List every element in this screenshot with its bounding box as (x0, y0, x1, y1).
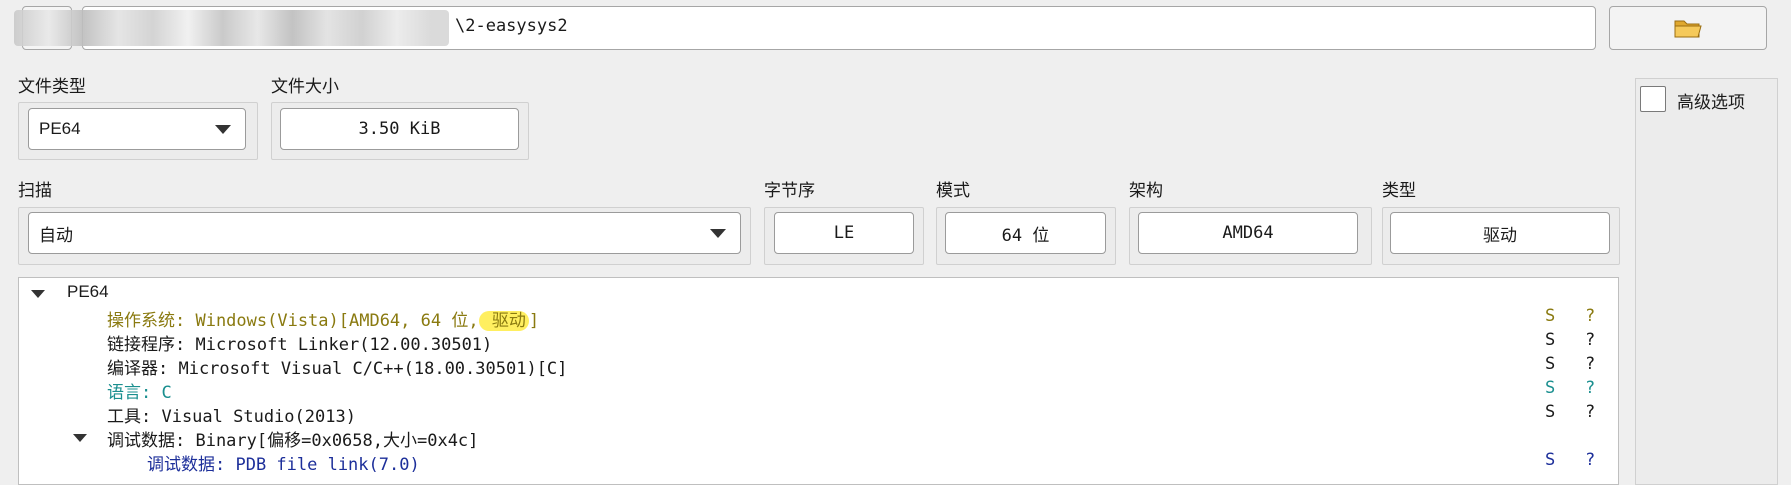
info-question-label[interactable]: ? (1585, 450, 1595, 470)
file-type-value: PE64 (39, 119, 81, 138)
signature-s-label[interactable]: S (1545, 450, 1555, 470)
tree-row-debug-binary[interactable]: 调试数据: Binary[偏移=0x0658,大小=0x4c] (19, 424, 1618, 451)
tree-row-language[interactable]: 语言: C S ? (19, 376, 1618, 403)
signature-s-label[interactable]: S (1545, 306, 1555, 326)
expand-arrow-icon[interactable] (31, 290, 45, 298)
arch-label: 架构 (1129, 181, 1163, 200)
tree-row-linker[interactable]: 链接程序: Microsoft Linker(12.00.30501) S ? (19, 328, 1618, 355)
endianness-label: 字节序 (764, 181, 815, 200)
tree-row-tool[interactable]: 工具: Visual Studio(2013) S ? (19, 400, 1618, 427)
tree-row-debug-pdb[interactable]: 调试数据: PDB file link(7.0) S ? (19, 448, 1618, 475)
file-size-label: 文件大小 (271, 77, 339, 96)
file-size-field: 3.50 KiB (280, 108, 519, 150)
info-question-label[interactable]: ? (1585, 330, 1595, 350)
chevron-down-icon (710, 229, 726, 238)
tree-root-label: PE64 (67, 282, 109, 301)
tree-row-root[interactable]: PE64 (19, 280, 1618, 304)
advanced-panel (1635, 78, 1778, 485)
info-question-label[interactable]: ? (1585, 354, 1595, 374)
type-field: 驱动 (1390, 212, 1610, 254)
file-path-text: \2-easysys2 (455, 16, 568, 36)
tree-row-compiler[interactable]: 编译器: Microsoft Visual C/C++(18.00.30501)… (19, 352, 1618, 379)
signature-s-label[interactable]: S (1545, 402, 1555, 422)
file-type-label: 文件类型 (18, 77, 86, 96)
signature-s-label[interactable]: S (1545, 378, 1555, 398)
info-question-label[interactable]: ? (1585, 378, 1595, 398)
signature-s-label[interactable]: S (1545, 354, 1555, 374)
advanced-options-checkbox[interactable] (1640, 86, 1666, 112)
mode-field: 64 位 (945, 212, 1106, 254)
expand-arrow-icon[interactable] (73, 434, 87, 442)
scan-select[interactable]: 自动 (28, 212, 741, 254)
mode-label: 模式 (936, 181, 970, 200)
endianness-field: LE (774, 212, 914, 254)
result-tree: PE64 操作系统: Windows(Vista)[AMD64, 64 位, 驱… (18, 277, 1619, 485)
info-question-label[interactable]: ? (1585, 306, 1595, 326)
folder-icon (1674, 20, 1702, 38)
tree-row-os[interactable]: 操作系统: Windows(Vista)[AMD64, 64 位, 驱动] S … (19, 304, 1618, 331)
advanced-options-label[interactable]: 高级选项 (1677, 88, 1745, 113)
signature-s-label[interactable]: S (1545, 330, 1555, 350)
info-question-label[interactable]: ? (1585, 402, 1595, 422)
chevron-down-icon (215, 125, 231, 134)
debug-pdb-text: 调试数据: PDB file link(7.0) (147, 455, 420, 475)
arch-field: AMD64 (1138, 212, 1358, 254)
scan-value: 自动 (39, 225, 73, 245)
scan-label: 扫描 (18, 181, 52, 200)
redacted-path-blur (14, 10, 449, 46)
type-label: 类型 (1382, 181, 1416, 200)
open-folder-button[interactable] (1609, 6, 1767, 50)
file-type-select[interactable]: PE64 (28, 108, 246, 150)
